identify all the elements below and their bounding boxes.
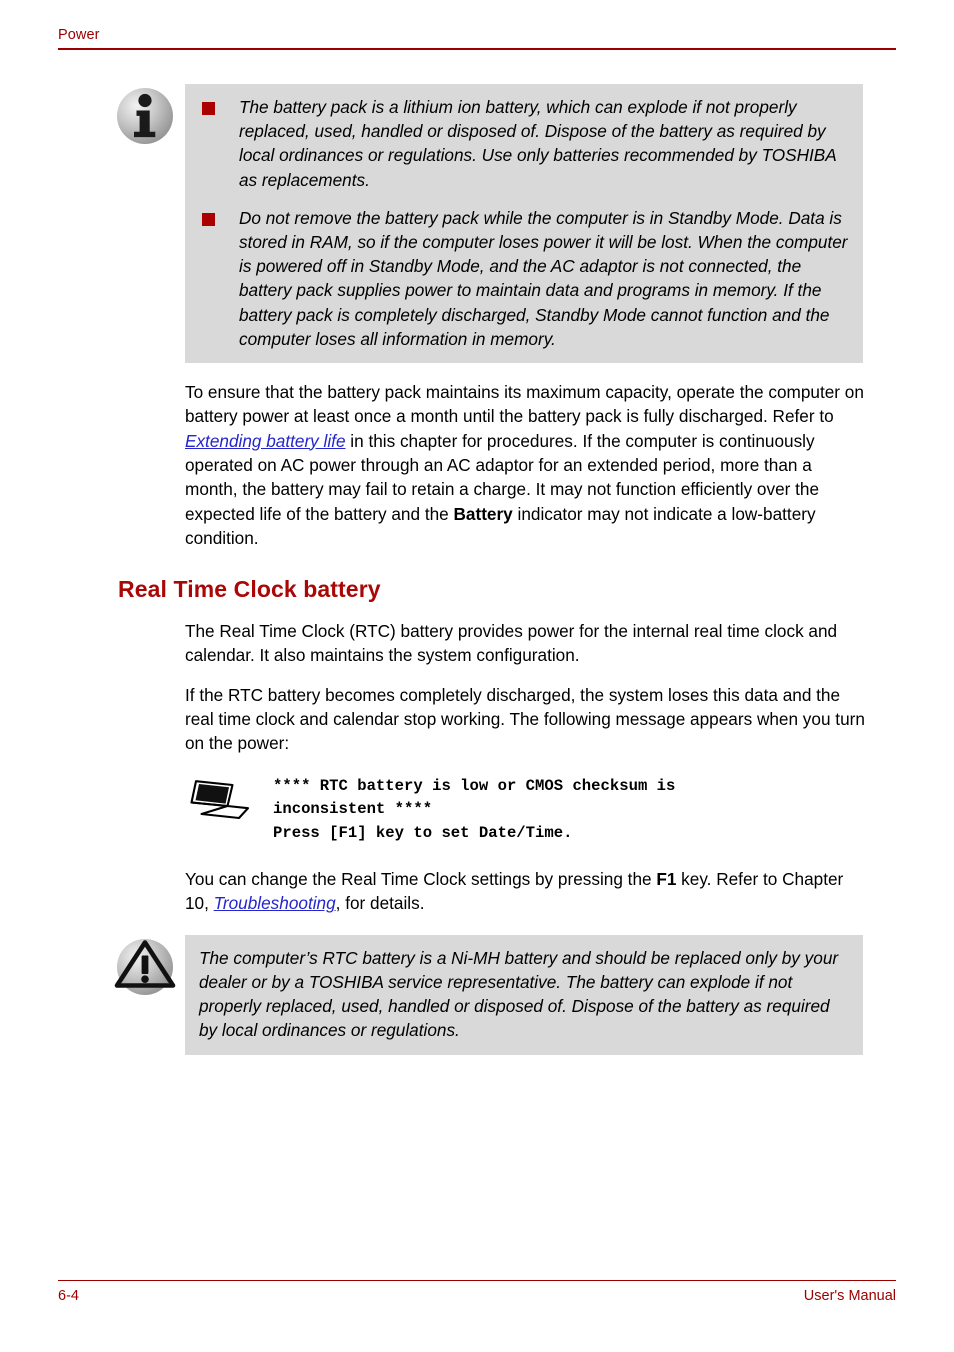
caution-callout-body: The computer’s RTC battery is a Ni-MH ba… [185,934,863,1055]
page-footer: 6-4 User's Manual [58,1280,896,1304]
f1-key-emphasis: F1 [656,869,677,890]
rtc-message-text: **** RTC battery is low or CMOS checksum… [273,775,873,846]
rtc-message-line-1: **** RTC battery is low or CMOS checksum… [273,776,676,795]
caution-callout: The computer’s RTC battery is a Ni-MH ba… [0,934,954,1055]
section-heading-real-time-clock-battery: Real Time Clock battery [118,576,381,603]
closing-text-part1: You can change the Real Time Clock setti… [185,869,657,890]
rtc-message-line-2: inconsistent **** [273,800,433,819]
note-bullet-text: The battery pack is a lithium ion batter… [239,97,837,190]
rtc-message-line-3: Press [F1] key to set Date/Time. [273,823,573,842]
page-content: The battery pack is a lithium ion batter… [0,84,954,1055]
troubleshooting-link[interactable]: Troubleshooting [214,893,336,913]
note-callout-body: The battery pack is a lithium ion batter… [185,84,863,364]
rtc-discharged-paragraph: If the RTC battery becomes completely di… [185,684,865,754]
note-bullet-item: The battery pack is a lithium ion batter… [199,95,849,192]
note-bullet-item: Do not remove the battery pack while the… [199,206,849,351]
caution-callout-text: The computer’s RTC battery is a Ni-MH ba… [199,947,839,1041]
square-bullet-icon [202,212,215,226]
paragraph-text-part1: To ensure that the battery pack maintain… [185,382,864,427]
page-title: Power [58,27,100,43]
rtc-settings-paragraph: You can change the Real Time Clock setti… [185,867,867,916]
rtc-intro-paragraph: The Real Time Clock (RTC) battery provid… [185,621,838,666]
header-divider [58,48,896,50]
footer-row: 6-4 User's Manual [58,1288,896,1304]
rtc-message-block: **** RTC battery is low or CMOS checksum… [0,775,954,846]
square-bullet-icon [202,102,215,115]
battery-indicator-emphasis: Battery [453,503,513,524]
warning-triangle-icon [113,935,177,999]
laptop-icon [186,777,254,821]
footer-page-number: 6-4 [58,1288,79,1304]
note-bullet-list: The battery pack is a lithium ion batter… [199,95,849,351]
note-callout: The battery pack is a lithium ion batter… [0,84,954,364]
info-icon [113,84,177,148]
manual-page: Power The battery pack is a lithium ion … [0,0,954,1352]
note-bullet-text: Do not remove the battery pack while the… [239,207,848,349]
footer-manual-label: User's Manual [803,1288,896,1304]
page-header: Power [58,26,896,50]
extending-battery-life-link[interactable]: Extending battery life [185,431,346,451]
footer-divider [58,1280,896,1281]
closing-text-part3: , for details. [335,893,425,914]
battery-capacity-paragraph: To ensure that the battery pack maintain… [185,380,867,550]
